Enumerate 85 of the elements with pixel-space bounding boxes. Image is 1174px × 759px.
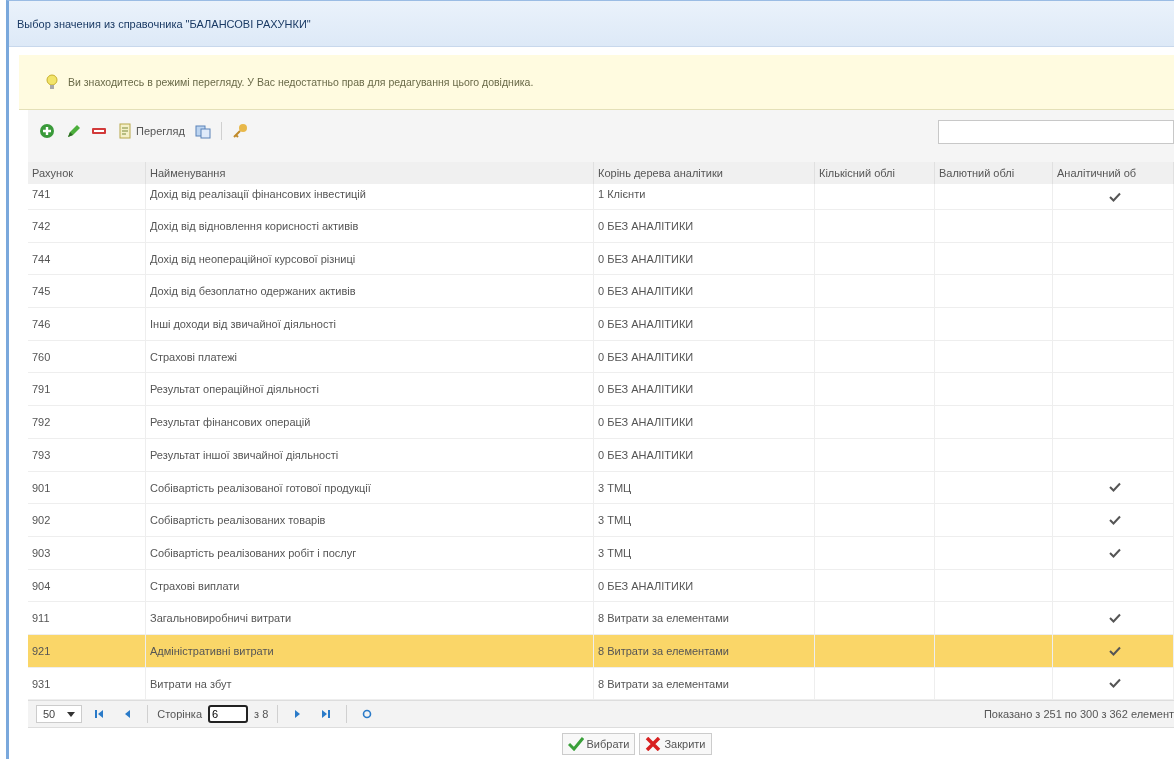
table-cell: Дохід від безоплатно одержаних активів — [146, 275, 594, 309]
column-header[interactable]: Валютний облі — [935, 162, 1053, 184]
page-size-select[interactable]: 50 — [36, 705, 83, 724]
table-cell: Витрати на збут — [146, 667, 594, 701]
add-icon — [39, 123, 55, 139]
table-cell: Собівартість реалізованих робіт і послуг — [146, 536, 594, 570]
table-cell: Дохід від відновлення корисності активів — [146, 210, 594, 243]
check-icon — [1109, 515, 1121, 526]
table-cell: 8 Витрати за елементами — [594, 634, 815, 668]
table-cell: Собівартість реалізованих товарів — [146, 504, 594, 537]
document-icon — [117, 123, 133, 139]
key-icon — [231, 123, 248, 139]
table-cell: 793 — [28, 438, 146, 472]
table-cell: 741 — [28, 184, 146, 210]
table-cell: 0 БЕЗ АНАЛІТИКИ — [594, 569, 815, 603]
table-cell: 3 ТМЦ — [594, 504, 815, 537]
table-cell: Результат фінансових операцій — [146, 406, 594, 439]
table-cell: 921 — [28, 634, 146, 668]
table-cell: Дохід від неопераційної курсової різниці — [146, 242, 594, 276]
table-cell: 0 БЕЗ АНАЛІТИКИ — [594, 340, 815, 374]
table-cell: 791 — [28, 373, 146, 407]
table-cell: 760 — [28, 340, 146, 374]
table-cell: 745 — [28, 275, 146, 309]
table-cell: Собівартість реалізованої готової продукції — [146, 471, 594, 505]
table-cell: 792 — [28, 406, 146, 439]
column-header[interactable]: Кількісний облі — [815, 162, 935, 184]
search-field[interactable] — [938, 120, 1174, 144]
page-size-value: 50 — [43, 708, 56, 721]
select-button[interactable]: Вибрати — [561, 732, 636, 755]
notice-text: Ви знаходитесь в режимі перегляду. У Вас недостатньо прав для редагування цього довідника. — [68, 76, 534, 88]
page-count: з 8 — [254, 708, 269, 721]
first-page-icon — [94, 709, 105, 720]
table-cell: 901 — [28, 471, 146, 505]
table-cell: 0 БЕЗ АНАЛІТИКИ — [594, 308, 815, 341]
view-button[interactable]: Перегляд — [114, 121, 188, 141]
window-title: Выбор значения из справочника "БАЛАНСОВІ РАХУНКИ" — [17, 17, 311, 30]
column-header[interactable]: Найменування — [146, 162, 594, 184]
table-cell: Результат операційної діяльності — [146, 373, 594, 407]
check-icon — [1109, 613, 1121, 624]
table-cell: 911 — [28, 602, 146, 635]
table-cell: Адміністративні витрати — [146, 634, 594, 668]
table-cell: Загальновиробничі витрати — [146, 602, 594, 635]
table-cell: 0 БЕЗ АНАЛІТИКИ — [594, 406, 815, 439]
table-cell: 0 БЕЗ АНАЛІТИКИ — [594, 373, 815, 407]
column-header[interactable]: Корінь дерева аналітики — [594, 162, 815, 184]
close-icon — [645, 736, 662, 751]
column-header[interactable]: Аналітичний об — [1053, 162, 1174, 184]
table-cell: 0 БЕЗ АНАЛІТИКИ — [594, 210, 815, 243]
last-page-icon — [321, 709, 332, 720]
table-cell: 3 ТМЦ — [594, 536, 815, 570]
table-cell: Страхові виплати — [146, 569, 594, 603]
table-cell: 0 БЕЗ АНАЛІТИКИ — [594, 242, 815, 276]
table-cell: 8 Витрати за елементами — [594, 667, 815, 701]
table-cell: 742 — [28, 210, 146, 243]
table-cell: 1 Клієнти — [594, 184, 815, 210]
lightbulb-icon — [46, 74, 58, 90]
close-button[interactable]: Закрити — [639, 732, 712, 755]
table-cell: 904 — [28, 569, 146, 603]
check-icon — [1109, 547, 1121, 558]
table-cell: 8 Витрати за елементами — [594, 602, 815, 635]
check-icon — [1109, 678, 1121, 689]
table-cell: Дохід від реалізації фінансових інвестицій — [146, 184, 594, 210]
caret-icon — [67, 711, 76, 717]
page-label: Сторінка — [157, 708, 203, 721]
table-cell: 931 — [28, 667, 146, 701]
check-icon — [1109, 482, 1121, 493]
check-icon — [1109, 191, 1121, 202]
table-cell: 0 БЕЗ АНАЛІТИКИ — [594, 275, 815, 309]
table-cell: 3 ТМЦ — [594, 471, 815, 505]
pencil-icon — [65, 123, 81, 139]
table-cell: 746 — [28, 308, 146, 341]
refresh-icon — [362, 709, 373, 720]
copy-icon — [194, 123, 211, 139]
table-cell: Інші доходи від звичайної діяльності — [146, 308, 594, 341]
table-cell: 744 — [28, 242, 146, 276]
table-cell: Страхові платежі — [146, 340, 594, 374]
table-cell: 903 — [28, 536, 146, 570]
page-field[interactable]: 6 — [208, 705, 249, 724]
column-header[interactable]: Рахунок — [28, 162, 146, 184]
check-icon — [1109, 645, 1121, 656]
table-cell: 902 — [28, 504, 146, 537]
check-icon — [567, 736, 584, 751]
paging-summary: Показано з 251 по 300 з 362 елемент — [983, 708, 1174, 721]
table-cell: Результат іншої звичайної діяльності — [146, 438, 594, 472]
table-cell: 0 БЕЗ АНАЛІТИКИ — [594, 438, 815, 472]
